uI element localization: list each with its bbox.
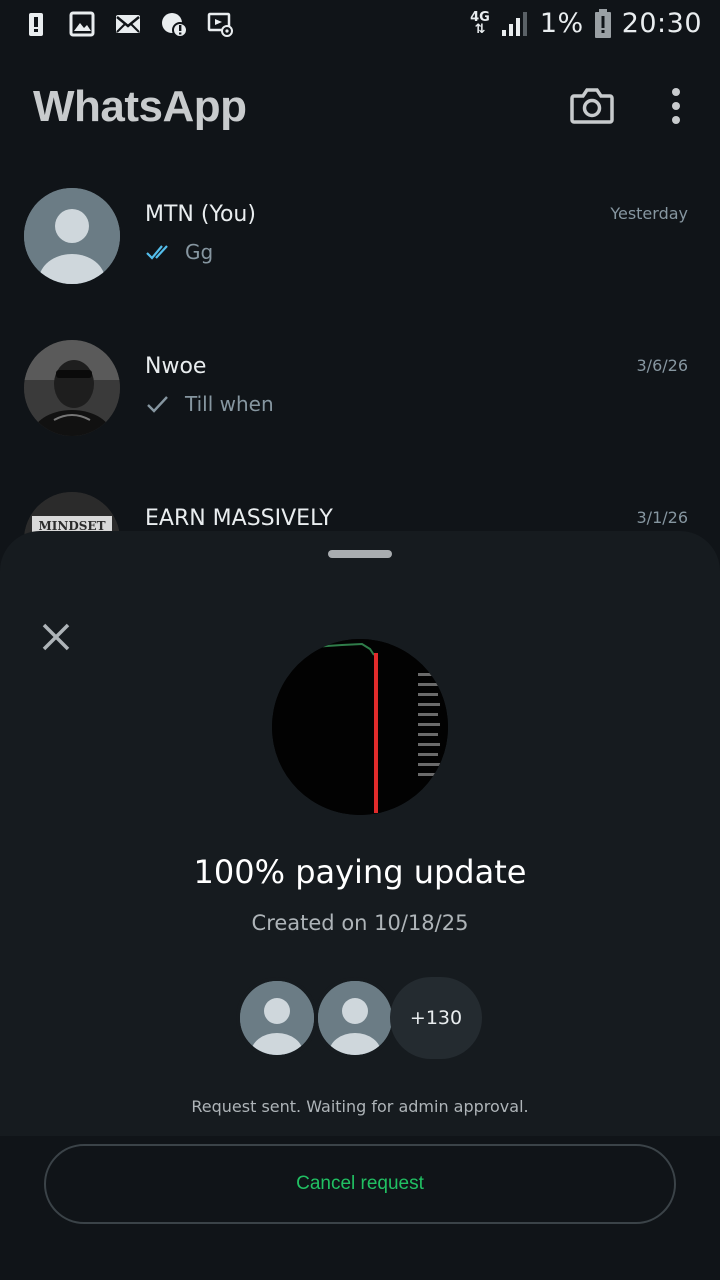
more-members-count: +130	[390, 977, 482, 1059]
member-avatar	[314, 977, 396, 1059]
gallery-icon	[69, 11, 95, 37]
chat-preview: Gg	[145, 240, 213, 264]
group-created-date: Created on 10/18/25	[251, 911, 469, 935]
battery-icon	[594, 8, 611, 38]
default-avatar-icon	[318, 981, 392, 1055]
chat-name: EARN MASSIVELY	[145, 506, 333, 531]
clock: 20:30	[621, 8, 702, 39]
chat-row-mtn[interactable]: MTN (You) Yesterday Gg	[0, 180, 720, 300]
drag-handle[interactable]	[328, 550, 392, 558]
chat-time: 3/1/26	[636, 508, 689, 527]
chat-preview-text: Gg	[185, 240, 214, 264]
member-avatar	[236, 977, 318, 1059]
request-status-text: Request sent. Waiting for admin approval…	[191, 1097, 529, 1116]
sheet-footer: Cancel request	[0, 1136, 720, 1280]
chat-time: Yesterday	[610, 204, 688, 223]
group-invite-sheet: 100% paying update Created on 10/18/25 +…	[0, 531, 720, 1280]
avatar	[24, 188, 120, 284]
group-photo	[272, 639, 448, 815]
notification-icons	[22, 10, 234, 38]
close-icon[interactable]	[36, 617, 76, 657]
chat-name: Nwoe	[145, 354, 207, 379]
chat-row-nwoe[interactable]: Nwoe 3/6/26 Till when	[0, 332, 720, 452]
default-avatar-icon	[24, 188, 120, 284]
profile-photo	[24, 340, 120, 436]
double-tick-read-icon	[146, 245, 168, 260]
group-name: 100% paying update	[193, 853, 527, 891]
status-bar: 4G ⇅ 1% 20:30	[0, 0, 720, 52]
whatsapp-notification-icon	[162, 13, 188, 38]
chat-time: 3/6/26	[636, 356, 689, 375]
chat-name: MTN (You)	[145, 202, 256, 227]
battery-alert-icon	[29, 13, 43, 36]
member-avatars: +130	[236, 977, 486, 1059]
camera-icon[interactable]	[570, 86, 614, 126]
chat-preview-text: Till when	[185, 392, 274, 416]
default-avatar-icon	[240, 981, 314, 1055]
chat-preview: Till when	[145, 392, 274, 416]
signal-icon	[501, 11, 527, 36]
single-tick-icon	[147, 396, 168, 413]
network-type: 4G ⇅	[470, 9, 490, 37]
cancel-request-button[interactable]: Cancel request	[44, 1144, 676, 1224]
system-status: 4G ⇅ 1% 20:30	[470, 8, 702, 39]
avatar	[24, 340, 120, 436]
more-options-icon[interactable]	[664, 86, 688, 126]
screencast-icon	[207, 12, 233, 37]
app-bar: WhatsApp	[0, 70, 720, 150]
mail-icon	[116, 15, 140, 33]
group-image	[272, 639, 448, 815]
battery-percent: 1%	[539, 8, 584, 39]
app-title: WhatsApp	[33, 82, 247, 131]
